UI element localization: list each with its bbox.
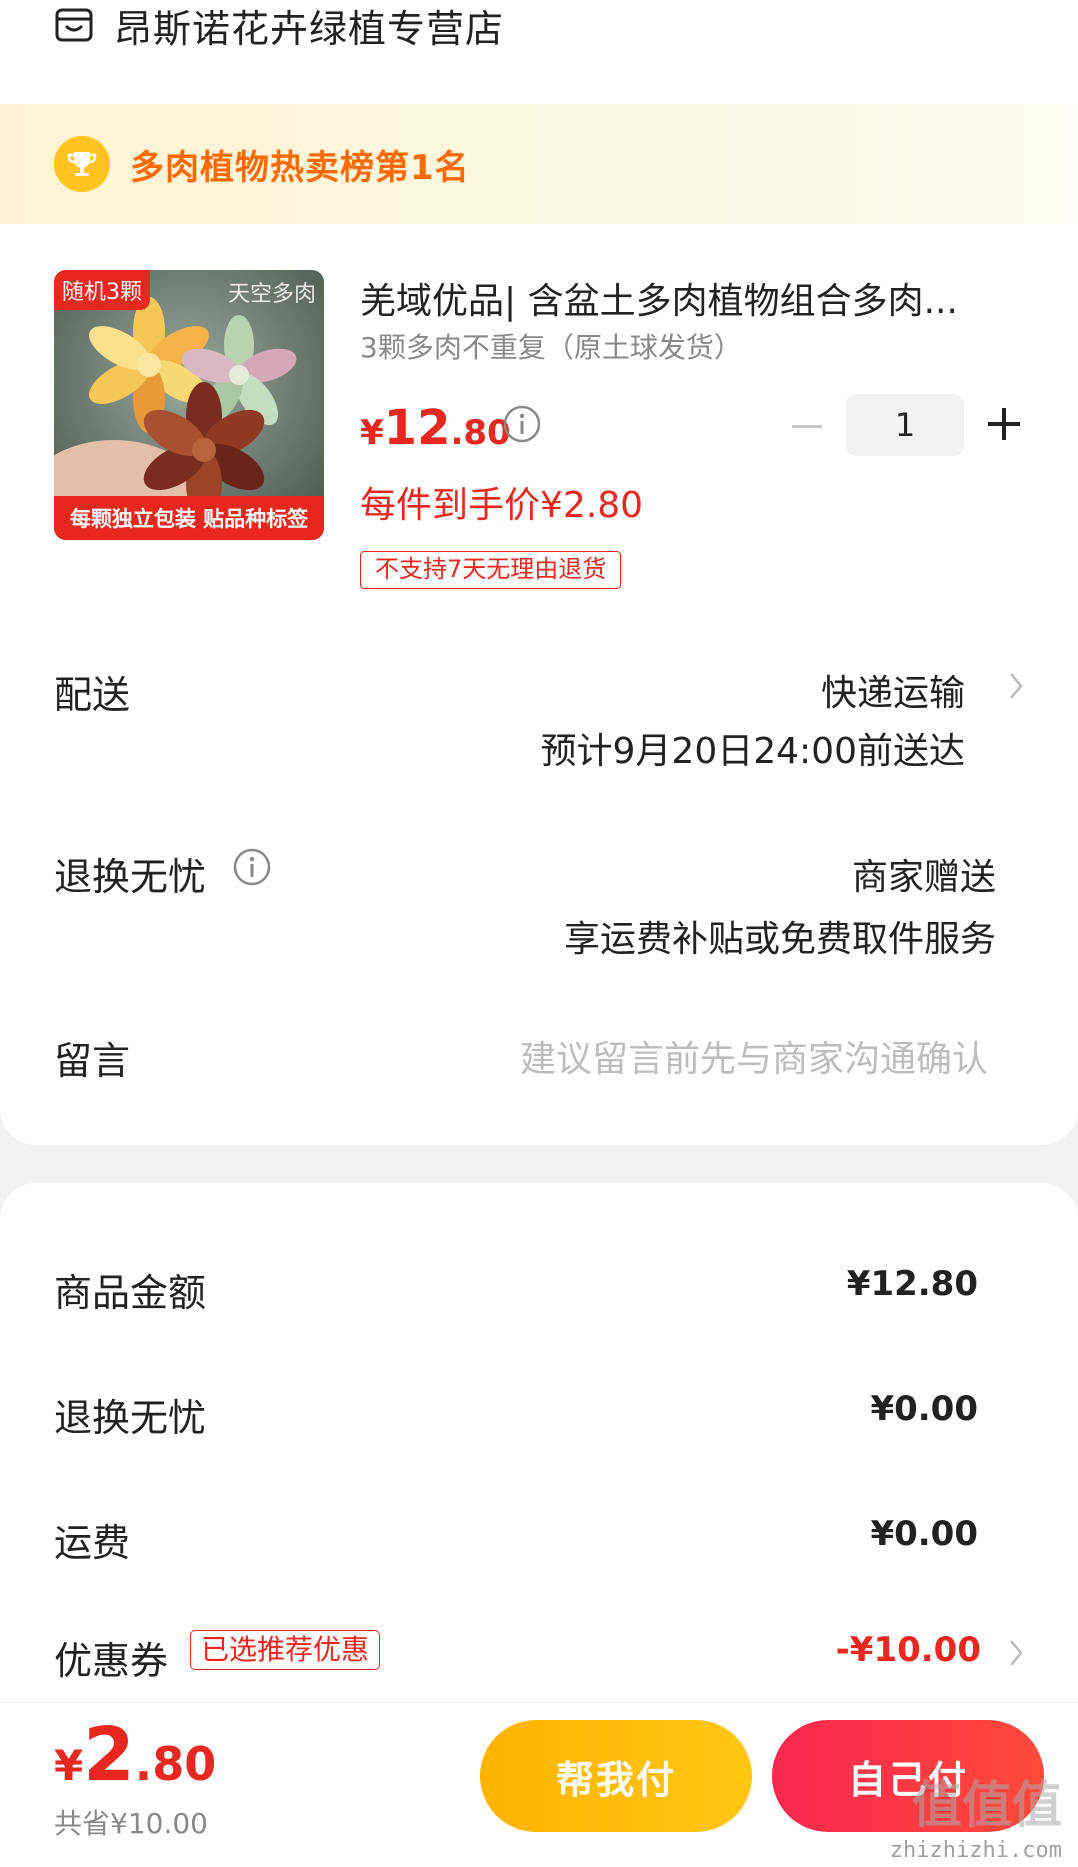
chevron-right-icon[interactable] bbox=[1008, 1638, 1024, 1668]
quantity-increase-button[interactable] bbox=[988, 408, 1020, 440]
quantity-value[interactable]: 1 bbox=[846, 394, 964, 456]
message-label: 留言 bbox=[54, 1039, 131, 1083]
delivery-label: 配送 bbox=[54, 673, 131, 717]
saved-amount: 共省¥10.00 bbox=[54, 1807, 208, 1840]
watermark-site: zhizhizhi.com bbox=[889, 1838, 1062, 1863]
delivery-method[interactable]: 快递运输 bbox=[821, 664, 965, 716]
product-price: ¥12.80 bbox=[360, 400, 511, 456]
quantity-decrease-button[interactable] bbox=[790, 404, 824, 448]
returns-fee-label: 退换无忧 bbox=[54, 1396, 207, 1440]
watermark-logo: 值值值 bbox=[912, 1776, 1062, 1834]
no-return-badge: 不支持7天无理由退货 bbox=[360, 551, 622, 589]
goods-amount-label: 商品金额 bbox=[54, 1271, 207, 1315]
returns-fee-value: ¥0.00 bbox=[870, 1389, 978, 1429]
coupon-value[interactable]: -¥10.00 bbox=[836, 1630, 981, 1670]
product-title[interactable]: 羌域优品| 含盆土多肉植物组合多肉... bbox=[360, 272, 1020, 324]
store-icon bbox=[55, 8, 93, 42]
thumbnail-caption: 每颗独立包装 贴品种标签 bbox=[54, 496, 324, 540]
price-info-icon[interactable] bbox=[502, 404, 542, 444]
returns-value: 商家赠送 bbox=[851, 857, 996, 898]
unit-price: 每件到手价¥2.80 bbox=[360, 485, 644, 526]
delivery-eta: 预计9月20日24:00前送达 bbox=[540, 731, 965, 772]
thumbnail-watermark: 天空多肉 bbox=[227, 282, 316, 307]
returns-label: 退换无忧 bbox=[54, 855, 207, 899]
total-price: ¥2.80 bbox=[54, 1712, 217, 1798]
returns-info-icon[interactable] bbox=[232, 847, 272, 887]
thumbnail-tag: 随机3颗 bbox=[54, 270, 150, 310]
goods-amount-value: ¥12.80 bbox=[846, 1264, 978, 1304]
product-thumbnail[interactable]: 随机3颗 天空多肉 每颗独立包装 贴品种标签 bbox=[54, 270, 324, 540]
message-input[interactable]: 建议留言前先与商家沟通确认 bbox=[520, 1030, 988, 1082]
trophy-icon bbox=[54, 136, 110, 192]
coupon-tag: 已选推荐优惠 bbox=[190, 1630, 381, 1670]
returns-desc: 享运费补贴或免费取件服务 bbox=[563, 919, 996, 960]
chevron-right-icon[interactable] bbox=[1008, 671, 1024, 701]
store-name: 昂斯诺花卉绿植专营店 bbox=[114, 6, 505, 51]
store-header[interactable]: 昂斯诺花卉绿植专营店 bbox=[54, 0, 505, 51]
shipping-value: ¥0.00 bbox=[870, 1514, 978, 1554]
rank-text: 多肉植物热卖榜第1名 bbox=[130, 147, 470, 188]
rank-banner[interactable]: 多肉植物热卖榜第1名 bbox=[0, 104, 1078, 224]
shipping-label: 运费 bbox=[54, 1521, 131, 1565]
help-pay-button[interactable]: 帮我付 bbox=[480, 1720, 752, 1832]
coupon-label: 优惠券 bbox=[54, 1639, 169, 1683]
product-sku[interactable]: 3颗多肉不重复（原土球发货） bbox=[360, 326, 742, 366]
